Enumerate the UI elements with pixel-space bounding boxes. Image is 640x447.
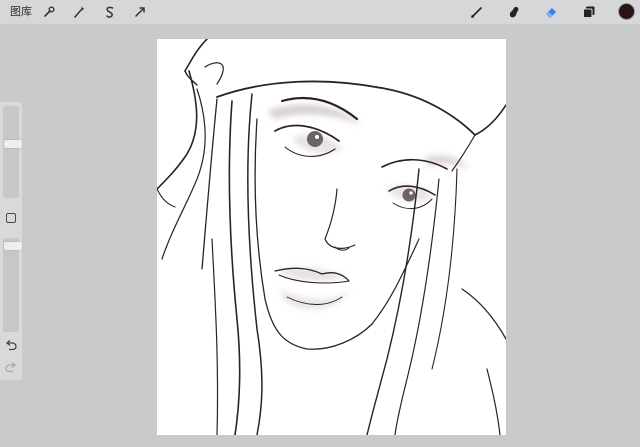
wrench-icon[interactable] — [40, 3, 58, 21]
brush-icon[interactable] — [468, 3, 486, 21]
opacity-slider[interactable] — [3, 238, 22, 332]
sidebar — [0, 102, 22, 380]
top-toolbar: 图库 — [0, 0, 640, 24]
magic-wand-icon[interactable] — [70, 3, 88, 21]
undo-icon[interactable] — [4, 338, 18, 352]
color-swatch[interactable] — [618, 3, 635, 20]
transform-icon[interactable] — [131, 3, 149, 21]
layers-icon[interactable] — [580, 3, 598, 21]
line-art-portrait — [157, 39, 506, 435]
eraser-icon[interactable] — [542, 3, 560, 21]
brush-size-slider[interactable] — [3, 106, 22, 198]
opacity-thumb[interactable] — [4, 242, 22, 250]
modify-button[interactable] — [6, 213, 16, 223]
gallery-button[interactable]: 图库 — [10, 3, 32, 21]
selection-icon[interactable] — [101, 3, 119, 21]
redo-icon[interactable] — [4, 360, 18, 374]
smudge-icon[interactable] — [505, 3, 523, 21]
brush-size-thumb[interactable] — [4, 140, 22, 148]
drawing-canvas[interactable] — [157, 39, 506, 435]
